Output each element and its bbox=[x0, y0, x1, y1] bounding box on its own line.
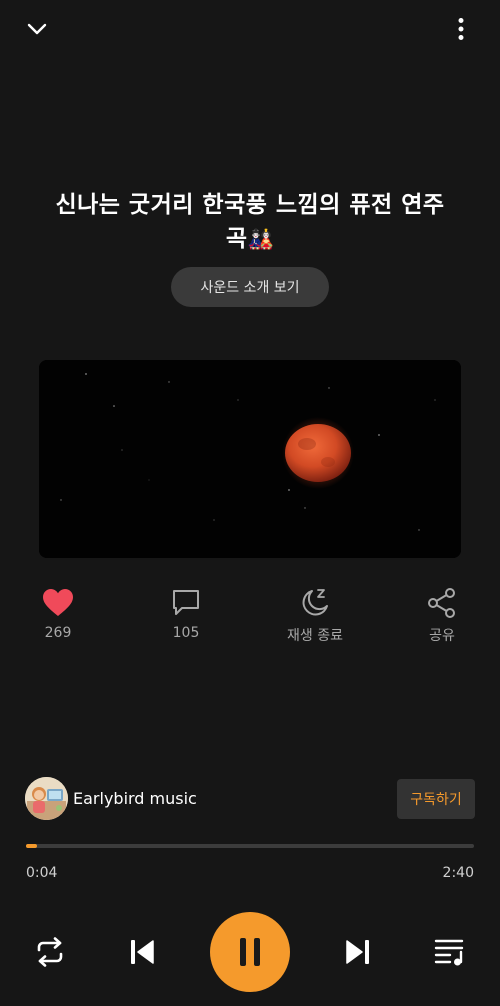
action-row: 269 105 재생 종료 공유 bbox=[0, 585, 500, 655]
progress-track bbox=[26, 844, 474, 848]
player-screen: 신나는 굿거리 한국풍 느낌의 퓨전 연주 곡🎎 사운드 소개 보기 269 1… bbox=[0, 0, 500, 1006]
share-icon bbox=[428, 588, 455, 618]
subscribe-button[interactable]: 구독하기 bbox=[397, 779, 475, 819]
track-title-line1: 신나는 굿거리 한국풍 느낌의 퓨전 연주 bbox=[55, 192, 445, 218]
track-title-block: 신나는 굿거리 한국풍 느낌의 퓨전 연주 곡🎎 bbox=[30, 188, 470, 256]
comment-button[interactable]: 105 bbox=[146, 585, 226, 651]
current-time: 0:04 bbox=[26, 865, 58, 881]
total-time: 2:40 bbox=[442, 865, 474, 881]
track-title: 신나는 굿거리 한국풍 느낌의 퓨전 연주 곡🎎 bbox=[30, 188, 470, 256]
more-vertical-icon bbox=[458, 18, 464, 40]
top-bar bbox=[0, 0, 500, 60]
previous-button[interactable] bbox=[122, 934, 162, 970]
channel-row: Earlybird music 구독하기 bbox=[25, 777, 475, 823]
repeat-icon bbox=[37, 937, 63, 967]
heart-icon bbox=[43, 589, 73, 616]
dolls-emoji: 🎎 bbox=[247, 227, 275, 251]
playlist-icon bbox=[434, 939, 464, 966]
more-options-button[interactable] bbox=[446, 14, 476, 44]
chevron-down-icon bbox=[27, 23, 47, 35]
comment-icon bbox=[173, 590, 199, 615]
next-button[interactable] bbox=[338, 934, 378, 970]
sleep-timer-label: 재생 종료 bbox=[287, 628, 343, 644]
pause-icon bbox=[240, 938, 260, 966]
sleep-timer-button[interactable]: 재생 종료 bbox=[275, 585, 355, 651]
playlist-button[interactable] bbox=[430, 934, 470, 970]
collapse-button[interactable] bbox=[22, 14, 52, 44]
avatar-illustration bbox=[25, 777, 68, 820]
progress-bar[interactable] bbox=[26, 842, 474, 850]
skip-next-icon bbox=[346, 940, 369, 964]
blood-moon-image bbox=[39, 360, 461, 558]
like-button[interactable]: 269 bbox=[18, 585, 98, 651]
progress-fill bbox=[26, 844, 38, 848]
share-button[interactable]: 공유 bbox=[402, 585, 482, 651]
sound-intro-button[interactable]: 사운드 소개 보기 bbox=[171, 267, 329, 307]
comment-count: 105 bbox=[172, 625, 200, 641]
moon-sleep-icon bbox=[302, 589, 328, 616]
like-count: 269 bbox=[44, 625, 72, 641]
track-title-line2: 곡 bbox=[225, 226, 248, 252]
skip-previous-icon bbox=[131, 940, 154, 964]
channel-name[interactable]: Earlybird music bbox=[73, 789, 197, 808]
repeat-button[interactable] bbox=[30, 934, 70, 970]
share-label: 공유 bbox=[429, 628, 455, 644]
channel-avatar[interactable] bbox=[25, 777, 68, 820]
playback-controls bbox=[0, 912, 500, 992]
album-artwork bbox=[39, 360, 461, 558]
pause-button[interactable] bbox=[210, 912, 290, 992]
